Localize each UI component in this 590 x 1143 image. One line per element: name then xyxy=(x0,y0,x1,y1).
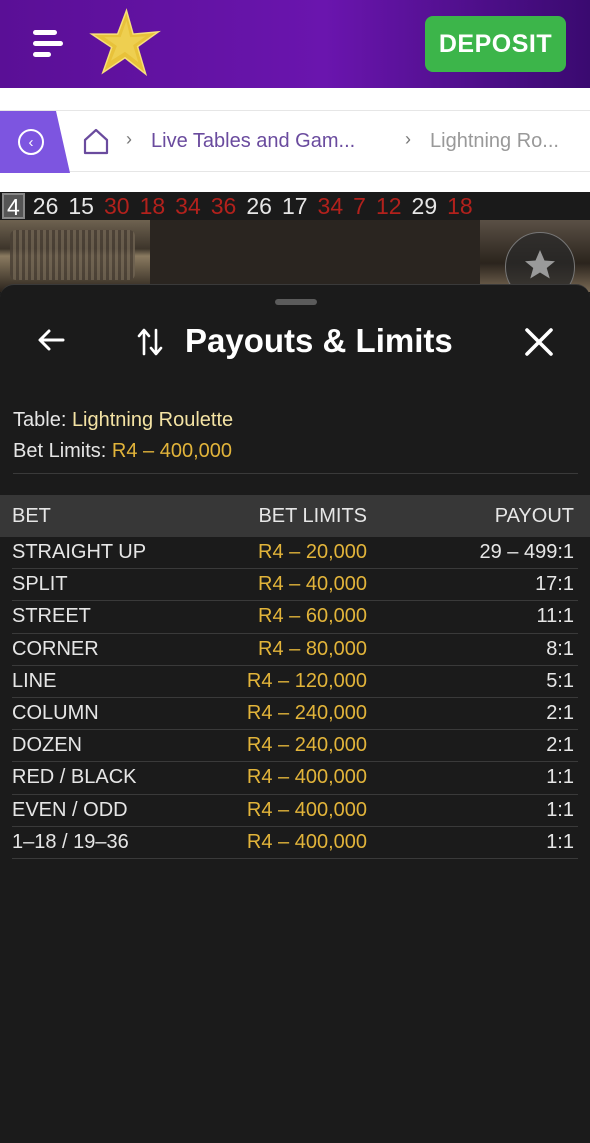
star-logo-icon[interactable] xyxy=(88,6,162,80)
column-header-payout: PAYOUT xyxy=(494,504,574,527)
hamburger-menu-icon[interactable] xyxy=(33,30,65,58)
payout-cell: 1:1 xyxy=(546,766,574,789)
divider xyxy=(13,473,578,474)
payout-cell: 1:1 xyxy=(546,798,574,821)
table-row: DOZEN R4 – 240,000 2:1 xyxy=(12,730,578,763)
bet-limit-cell: R4 – 60,000 xyxy=(258,605,367,628)
bet-type-cell: STREET xyxy=(12,605,91,628)
table-info: Table: Lightning Roulette Bet Limits: R4… xyxy=(13,405,233,467)
bet-type-cell: 1–18 / 19–36 xyxy=(12,830,129,853)
payout-cell: 17:1 xyxy=(535,573,574,596)
breadcrumb-bar: ‹ › Live Tables and Gam... › Lightning R… xyxy=(0,88,590,192)
bet-limits-line: Bet Limits: R4 – 400,000 xyxy=(13,436,233,467)
payouts-limits-sheet: Payouts & Limits Table: Lightning Roulet… xyxy=(0,284,590,1143)
arrow-left-icon[interactable] xyxy=(36,325,66,355)
bet-limit-cell: R4 – 400,000 xyxy=(246,798,367,821)
bet-type-cell: COLUMN xyxy=(12,702,99,725)
bet-limits-label: Bet Limits: xyxy=(13,440,107,462)
table-name: Lightning Roulette xyxy=(71,409,234,431)
history-number: 17 xyxy=(281,192,308,219)
history-number: 7 xyxy=(353,192,366,219)
table-row: SPLIT R4 – 40,000 17:1 xyxy=(12,569,578,602)
game-view: 4 26 15 30 18 34 36 26 17 34 7 12 29 18 xyxy=(0,192,590,292)
table-row: RED / BLACK R4 – 400,000 1:1 xyxy=(12,762,578,795)
payout-cell: 1:1 xyxy=(546,830,574,853)
table-row: EVEN / ODD R4 – 400,000 1:1 xyxy=(12,795,578,827)
payout-table: BET BET LIMITS PAYOUT STRAIGHT UP R4 – 20… xyxy=(0,495,590,859)
star-icon xyxy=(525,250,555,279)
history-number: 26 xyxy=(246,192,272,219)
top-header: DEPOSIT xyxy=(0,0,590,88)
payout-cell: 2:1 xyxy=(546,734,574,757)
history-number: 34 xyxy=(175,192,201,219)
bet-type-cell: SPLIT xyxy=(12,573,68,596)
sheet-title: Payouts & Limits xyxy=(185,322,453,359)
bet-type-cell: LINE xyxy=(12,669,57,692)
bet-type-cell: DOZEN xyxy=(12,734,82,757)
sort-arrows-icon xyxy=(137,328,163,356)
table-header: BET BET LIMITS PAYOUT xyxy=(0,495,590,537)
history-number: 26 xyxy=(32,192,59,219)
bet-limit-cell: R4 – 400,000 xyxy=(246,766,367,789)
bet-limit-cell: R4 – 20,000 xyxy=(258,541,367,564)
table-body: STRAIGHT UP R4 – 20,000 29 – 499:1 SPLIT R4 … xyxy=(0,537,590,859)
history-number: 34 xyxy=(317,192,344,219)
bet-limit-cell: R4 – 400,000 xyxy=(246,830,367,853)
breadcrumb-current: Lightning Ro... xyxy=(430,130,559,152)
bet-limit-cell: R4 – 40,000 xyxy=(258,573,367,596)
history-number: 4 xyxy=(2,193,25,219)
history-number: 18 xyxy=(139,192,166,219)
payout-cell: 11:1 xyxy=(536,605,574,628)
column-header-bet: BET xyxy=(12,504,51,527)
table-row: COLUMN R4 – 240,000 2:1 xyxy=(12,698,578,731)
table-row: LINE R4 – 120,000 5:1 xyxy=(12,666,578,698)
bet-limit-cell: R4 – 240,000 xyxy=(246,734,367,757)
bet-limits-value: R4 – 400,000 xyxy=(111,440,233,462)
close-icon[interactable] xyxy=(522,325,556,359)
table-label: Table: xyxy=(13,409,67,431)
bet-limit-cell: R4 – 120,000 xyxy=(246,669,367,692)
home-icon[interactable] xyxy=(82,127,110,155)
table-row: CORNER R4 – 80,000 8:1 xyxy=(12,634,578,666)
breadcrumb-link-live-tables[interactable]: Live Tables and Gam... xyxy=(151,130,355,153)
chevron-right-icon: › xyxy=(126,129,132,149)
breadcrumb: ‹ › Live Tables and Gam... › Lightning R… xyxy=(0,110,590,173)
bet-type-cell: EVEN / ODD xyxy=(12,798,128,821)
chevron-left-circle-icon: ‹ xyxy=(18,129,44,155)
bet-type-cell: STRAIGHT UP xyxy=(12,541,147,564)
payout-cell: 2:1 xyxy=(546,702,574,725)
history-number: 30 xyxy=(103,192,130,219)
column-header-bet-limits: BET LIMITS xyxy=(258,504,367,527)
table-name-line: Table: Lightning Roulette xyxy=(13,405,233,436)
sheet-drag-handle[interactable] xyxy=(275,299,317,305)
game-background-left xyxy=(0,220,150,292)
result-history-strip: 4 26 15 30 18 34 36 26 17 34 7 12 29 18 xyxy=(0,192,590,220)
bet-type-cell: CORNER xyxy=(12,637,99,660)
chevron-right-icon: › xyxy=(405,129,411,149)
bet-limit-cell: R4 – 240,000 xyxy=(246,702,367,725)
payout-cell: 8:1 xyxy=(546,637,574,660)
history-number: 36 xyxy=(210,192,237,219)
breadcrumb-back-button[interactable]: ‹ xyxy=(0,111,70,173)
history-number: 18 xyxy=(447,192,473,219)
deposit-button[interactable]: DEPOSIT xyxy=(425,16,566,72)
bet-type-cell: RED / BLACK xyxy=(12,766,137,789)
payout-cell: 5:1 xyxy=(546,669,574,692)
history-number: 29 xyxy=(411,192,438,219)
table-row: STREET R4 – 60,000 11:1 xyxy=(12,601,578,634)
bet-limit-cell: R4 – 80,000 xyxy=(258,637,367,660)
history-number: 12 xyxy=(375,192,402,219)
history-number: 15 xyxy=(68,192,94,219)
payout-cell: 29 – 499:1 xyxy=(479,541,574,564)
table-row: 1–18 / 19–36 R4 – 400,000 1:1 xyxy=(12,827,578,859)
table-row: STRAIGHT UP R4 – 20,000 29 – 499:1 xyxy=(12,537,578,570)
